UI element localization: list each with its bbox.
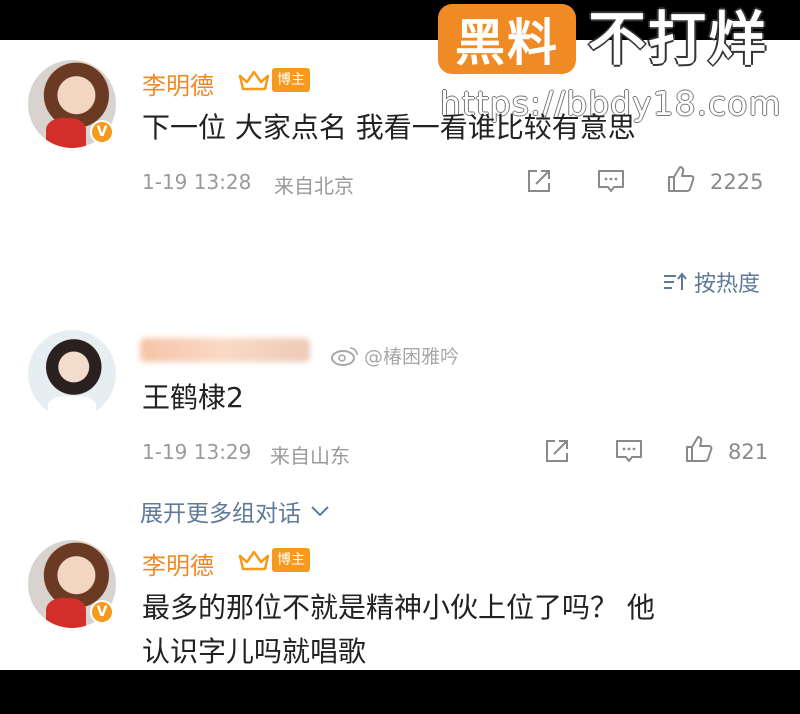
weibo-icon (331, 346, 358, 366)
sort-label: 按热度 (694, 272, 761, 297)
comment-icon[interactable] (614, 436, 644, 466)
comment-icon[interactable] (596, 166, 626, 196)
comment-location: 来自山东 (270, 444, 350, 468)
sort-toggle[interactable]: 按热度 (662, 266, 760, 298)
watermark-logo: 黑料 (438, 4, 576, 74)
chevron-down-icon (311, 506, 329, 517)
comment-time: 1-19 13:28 (142, 170, 252, 194)
sort-icon (664, 272, 687, 290)
role-badge: 博主 (272, 68, 310, 92)
comment-text-line-1: 最多的那位不就是精神小伙上位了吗？ 他 (142, 591, 655, 624)
verified-badge: V (90, 120, 114, 144)
comment-location: 来自北京 (274, 174, 354, 198)
username-blurred[interactable] (140, 338, 310, 362)
like-count: 2225 (710, 170, 764, 194)
share-icon[interactable] (524, 166, 554, 196)
comment-text: 下一位 大家点名 我看一看谁比较有意思 (142, 111, 636, 144)
thumbs-up-icon[interactable] (666, 164, 696, 194)
watermark-tagline: 不打烊 (588, 5, 769, 73)
expand-label: 展开更多组对话 (140, 501, 301, 527)
verified-badge: V (90, 600, 114, 624)
avatar[interactable] (28, 330, 116, 418)
source-tag: @椿困雅吟 (330, 342, 459, 369)
crown-icon (238, 550, 270, 571)
comment-text-line-2: 认识字儿吗就唱歌 (142, 635, 367, 668)
source-tag-label: @椿困雅吟 (364, 346, 460, 368)
expand-conversation-button[interactable]: 展开更多组对话 (140, 494, 331, 528)
bottom-black-bar (0, 670, 800, 714)
comment-text: 王鹤棣2 (142, 381, 244, 414)
role-badge: 博主 (272, 548, 310, 572)
thumbs-up-icon[interactable] (684, 434, 714, 464)
username[interactable]: 李明德 (142, 546, 214, 581)
crown-icon (238, 70, 270, 91)
username[interactable]: 李明德 (142, 66, 214, 101)
share-icon[interactable] (542, 436, 572, 466)
like-count: 821 (728, 440, 769, 464)
comment-time: 1-19 13:29 (142, 440, 252, 464)
